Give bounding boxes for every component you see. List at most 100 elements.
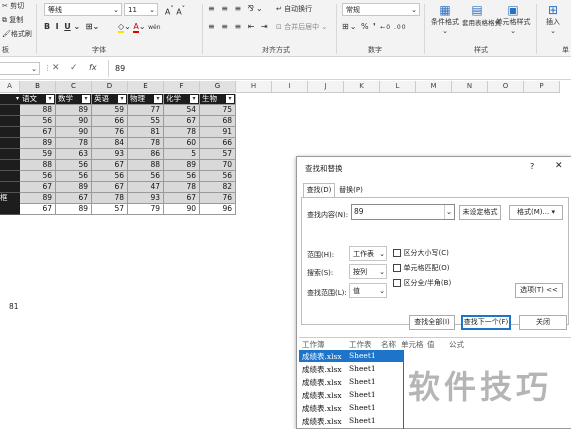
wrap-text-button[interactable]: ↵ 自动换行 (276, 4, 312, 14)
table-cell[interactable]: 57 (200, 149, 236, 160)
match-width-option[interactable]: 区分全/半角(B) (393, 278, 451, 288)
table-cell[interactable]: 54 (164, 105, 200, 116)
column-header-b[interactable]: B (20, 81, 56, 93)
table-header-cell[interactable]: 数学 ▾ (56, 94, 92, 105)
within-select[interactable]: 工作表 ⌄ (349, 246, 387, 261)
vertical-align-buttons[interactable]: ≡ ≡ ≡ ⅋⌄ (208, 3, 274, 15)
column-header-f[interactable]: F (164, 81, 200, 93)
table-cell[interactable]: 56 (20, 116, 56, 127)
table-cell[interactable]: 86 (128, 149, 164, 160)
table-header-cell[interactable]: 化学 ▾ (164, 94, 200, 105)
table-cell[interactable]: 89 (56, 204, 92, 215)
result-row[interactable]: 成绩表.xlsx Sheet1 (299, 389, 403, 401)
table-cell[interactable]: 67 (20, 182, 56, 193)
result-row[interactable]: 成绩表.xlsx Sheet1 (299, 415, 403, 427)
table-header-cell[interactable]: 生物 ▾ (200, 94, 236, 105)
table-cell[interactable]: 56 (92, 171, 128, 182)
table-cell[interactable]: 78 (92, 193, 128, 204)
table-cell[interactable]: 59 (92, 105, 128, 116)
table-cell[interactable]: 56 (56, 160, 92, 171)
column-header-k[interactable]: K (344, 81, 380, 93)
fill-font-color-buttons[interactable]: ◇⌄ A⌄ wén (118, 21, 168, 34)
merge-center-button[interactable]: ⊡ 合并后居中 ⌄ (276, 22, 327, 32)
table-cell[interactable]: 78 (56, 138, 92, 149)
table-cell[interactable]: 84 (92, 138, 128, 149)
table-cell[interactable]: 67 (164, 116, 200, 127)
table-cell[interactable]: 78 (128, 138, 164, 149)
close-icon[interactable]: ✕ (555, 161, 563, 171)
font-size-grow-shrink[interactable]: A˄ A˅ (162, 3, 188, 19)
table-cell[interactable]: 88 (20, 160, 56, 171)
table-cell[interactable]: 91 (200, 127, 236, 138)
horizontal-align-buttons[interactable]: ≡ ≡ ≡ ⇤ ⇥ (208, 21, 274, 33)
table-header-cell[interactable]: 语文 ▾ (20, 94, 56, 105)
table-cell[interactable]: 60 (164, 138, 200, 149)
match-case-checkbox[interactable] (393, 248, 401, 257)
table-cell[interactable]: 81 (128, 127, 164, 138)
table-cell[interactable]: 66 (200, 138, 236, 149)
results-column-header[interactable]: 值 (427, 339, 435, 350)
column-header-j[interactable]: J (308, 81, 344, 93)
table-cell[interactable]: 89 (56, 105, 92, 116)
filter-dropdown-icon[interactable]: ▾ (118, 95, 126, 103)
filter-dropdown-icon[interactable]: ▾ (16, 95, 19, 102)
tab-replace[interactable]: 替换(P) (335, 184, 367, 197)
cell-styles-button[interactable]: ▣ 单元格样式 ⌄ (494, 3, 532, 35)
table-cell[interactable]: 67 (92, 182, 128, 193)
copy-button[interactable]: ⧉ 复制 (2, 15, 23, 25)
options-button[interactable]: 选项(T) << (515, 283, 563, 298)
help-icon[interactable]: ? (530, 162, 534, 171)
table-cell[interactable]: 47 (128, 182, 164, 193)
match-cell-option[interactable]: 单元格匹配(O) (393, 263, 450, 273)
format-button[interactable]: 格式(M)... ▾ (509, 205, 563, 220)
insert-button[interactable]: ⊞ 插入 ⌄ (540, 3, 566, 35)
table-cell[interactable]: 56 (20, 171, 56, 182)
column-header-e[interactable]: E (128, 81, 164, 93)
result-row[interactable]: 成绩表.xlsx Sheet1 (299, 402, 403, 414)
search-select[interactable]: 按列 ⌄ (349, 264, 387, 279)
table-cell[interactable]: 57 (92, 204, 128, 215)
filter-dropdown-icon[interactable]: ▾ (46, 95, 54, 103)
font-name-combo[interactable]: 等线 ⌄ (44, 3, 122, 16)
table-cell[interactable]: 56 (56, 171, 92, 182)
table-cell[interactable]: 67 (164, 193, 200, 204)
result-row[interactable]: 成绩表.xlsx Sheet1 (299, 376, 403, 388)
table-cell[interactable]: 56 (128, 171, 164, 182)
results-column-header[interactable]: 公式 (449, 339, 464, 350)
look-in-select[interactable]: 值 ⌄ (349, 283, 387, 298)
find-all-button[interactable]: 查找全部(I) (409, 315, 455, 330)
table-cell[interactable]: 68 (200, 116, 236, 127)
table-cell[interactable]: 90 (164, 204, 200, 215)
table-header-cell[interactable]: 物理 ▾ (128, 94, 164, 105)
format-painter-button[interactable]: 🖌格式刷 (2, 29, 32, 39)
table-cell[interactable]: 66 (92, 116, 128, 127)
tab-find[interactable]: 查找(D) (303, 183, 335, 197)
table-cell[interactable]: 70 (200, 160, 236, 171)
enter-icon[interactable]: ✓ (70, 63, 78, 73)
column-header-i[interactable]: I (272, 81, 308, 93)
filter-dropdown-icon[interactable]: ▾ (190, 95, 198, 103)
table-cell[interactable]: 76 (200, 193, 236, 204)
table-cell[interactable]: 67 (20, 204, 56, 215)
table-cell[interactable]: 89 (20, 138, 56, 149)
font-style-buttons[interactable]: B I U ⌄ ⊞⌄ (44, 21, 114, 33)
chevron-down-icon[interactable]: ⌄ (444, 205, 453, 219)
table-cell[interactable]: 82 (200, 182, 236, 193)
table-cell[interactable]: 76 (92, 127, 128, 138)
font-size-combo[interactable]: 11 ⌄ (124, 3, 158, 16)
table-cell[interactable]: 67 (20, 127, 56, 138)
filter-dropdown-icon[interactable]: ▾ (154, 95, 162, 103)
column-header-l[interactable]: L (380, 81, 416, 93)
cut-button[interactable]: ✂ 剪切 (2, 1, 24, 11)
conditional-format-button[interactable]: ▦ 条件格式 ⌄ (430, 3, 460, 35)
formula-input[interactable]: 89 (108, 60, 571, 77)
results-column-header[interactable]: 工作表 (349, 339, 372, 350)
find-next-button[interactable]: 查找下一个(F) (461, 315, 511, 330)
results-column-header[interactable]: 名称 (381, 339, 396, 350)
table-header-cell[interactable]: 英语 ▾ (92, 94, 128, 105)
column-header-h[interactable]: H (236, 81, 272, 93)
cancel-icon[interactable]: ✕ (52, 63, 60, 73)
filter-dropdown-icon[interactable]: ▾ (226, 95, 234, 103)
table-cell[interactable]: 93 (128, 193, 164, 204)
table-cell[interactable]: 89 (20, 193, 56, 204)
